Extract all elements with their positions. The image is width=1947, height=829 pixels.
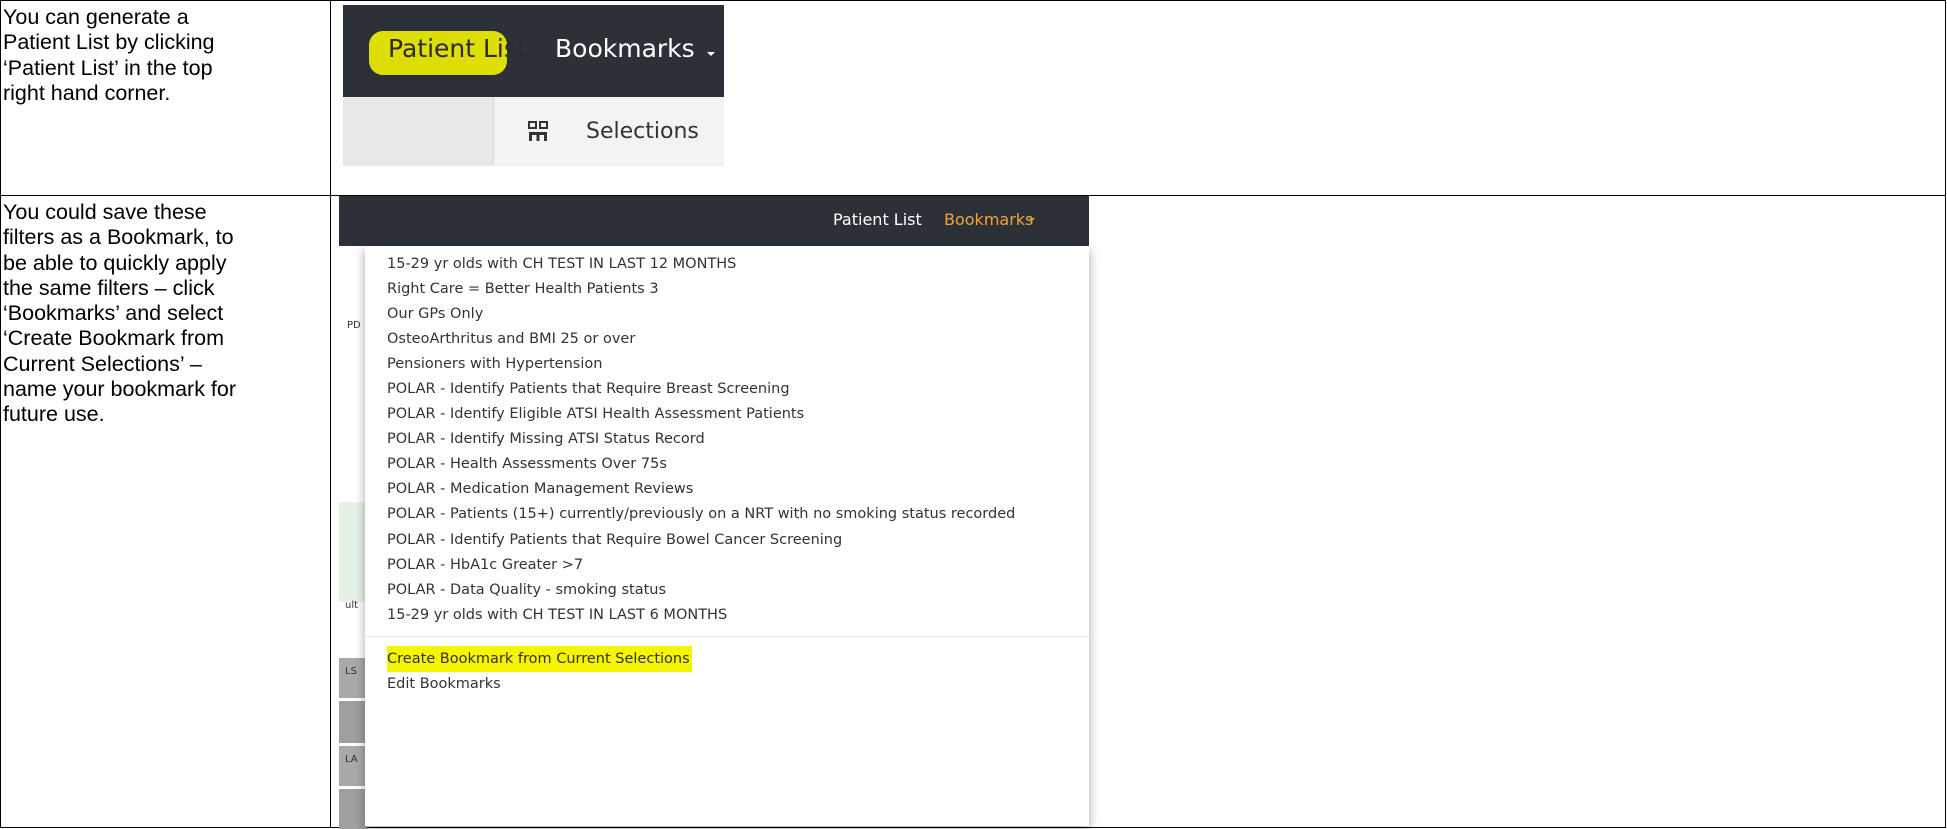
create-bookmark-menu-item[interactable]: Create Bookmark from Current Selections [387, 649, 690, 669]
background-text: LS [345, 666, 357, 677]
bookmark-item[interactable]: POLAR - Medication Management Reviews [387, 479, 693, 499]
bookmark-item[interactable]: POLAR - Identify Eligible ATSI Health As… [387, 404, 804, 424]
selections-button[interactable]: Selections [586, 119, 699, 144]
edit-bookmarks-menu-item[interactable]: Edit Bookmarks [387, 674, 501, 694]
table-row: You can generate a Patient List by click… [0, 0, 1946, 196]
instruction-text: You can generate a Patient List by click… [3, 5, 215, 105]
background-panel [339, 701, 367, 743]
background-panel [339, 502, 367, 602]
bookmark-item[interactable]: 15-29 yr olds with CH TEST IN LAST 6 MON… [387, 605, 727, 625]
toolbar: Selections [343, 97, 724, 166]
bookmark-item[interactable]: OsteoArthritus and BMI 25 or over [387, 329, 635, 349]
bookmark-item[interactable]: POLAR - Health Assessments Over 75s [387, 454, 667, 474]
toolbar-blank-area [343, 97, 494, 166]
caret-down-icon [1029, 218, 1035, 221]
bookmark-item[interactable]: Pensioners with Hypertension [387, 354, 602, 374]
bookmarks-menu-link[interactable]: Bookmarks [944, 210, 1033, 229]
bookmark-item[interactable]: 15-29 yr olds with CH TEST IN LAST 12 MO… [387, 254, 736, 274]
screenshot-cell: Patient List Bookmarks Selections [330, 0, 1946, 196]
bookmark-item[interactable]: Our GPs Only [387, 304, 483, 324]
bookmark-item[interactable]: POLAR - Data Quality - smoking status [387, 580, 666, 600]
background-panel [339, 789, 367, 829]
selections-icon [528, 121, 548, 141]
bookmarks-dropdown-menu: 15-29 yr olds with CH TEST IN LAST 12 MO… [365, 246, 1089, 826]
bookmark-item[interactable]: POLAR - Identify Patients that Require B… [387, 379, 790, 399]
table-row: You could save these filters as a Bookma… [0, 195, 1946, 829]
instruction-cell: You could save these filters as a Bookma… [0, 195, 331, 828]
background-panel [339, 658, 367, 698]
bookmark-item[interactable]: POLAR - Patients (15+) currently/previou… [387, 504, 1015, 524]
top-nav-bar: Patient List Bookmarks [339, 196, 1089, 246]
screenshot-cell: Patient List Bookmarks PD ult LS LA 15-2… [330, 195, 1946, 829]
background-text: ult [345, 600, 359, 611]
menu-divider [365, 636, 1089, 637]
instructions-table: You can generate a Patient List by click… [0, 0, 1946, 829]
caret-down-icon [707, 52, 715, 56]
bookmark-item[interactable]: Right Care = Better Health Patients 3 [387, 279, 659, 299]
patient-list-link[interactable]: Patient List [388, 34, 527, 63]
bookmark-item[interactable]: POLAR - Identify Missing ATSI Status Rec… [387, 429, 705, 449]
instruction-text: You could save these filters as a Bookma… [3, 200, 237, 427]
background-panel [339, 746, 367, 786]
bookmark-item[interactable]: POLAR - Identify Patients that Require B… [387, 530, 842, 550]
bookmarks-menu-link[interactable]: Bookmarks [555, 34, 695, 63]
instruction-cell: You can generate a Patient List by click… [0, 0, 331, 196]
background-text: LA [345, 754, 358, 765]
bookmarks-screenshot: Patient List Bookmarks PD ult LS LA 15-2… [339, 196, 1089, 829]
patient-list-link[interactable]: Patient List [833, 210, 922, 229]
top-nav-bar: Patient List Bookmarks [343, 5, 724, 97]
patient-list-screenshot: Patient List Bookmarks Selections [343, 5, 724, 166]
background-text: PD [347, 320, 361, 331]
bookmark-item[interactable]: POLAR - HbA1c Greater >7 [387, 555, 583, 575]
